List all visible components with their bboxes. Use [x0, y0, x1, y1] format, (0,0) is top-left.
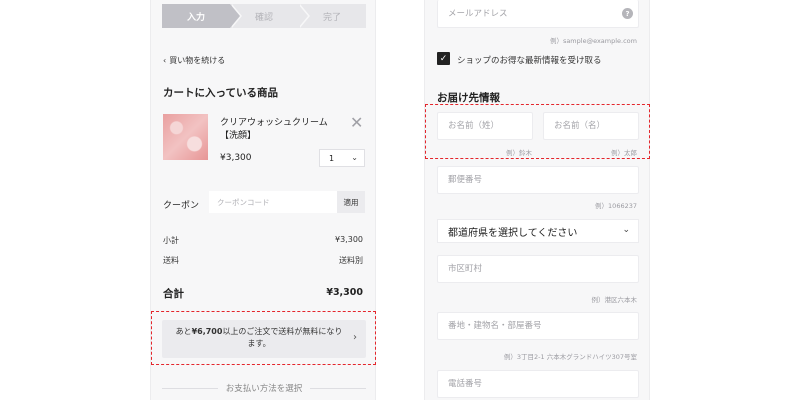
city-hint: 例）港区六本木 [591, 296, 638, 304]
address-field[interactable] [437, 312, 639, 340]
prefecture-select-label: 都道府県を選択してください [448, 227, 578, 239]
question-icon[interactable]: ? [622, 8, 633, 19]
total-label: 合計 [163, 288, 184, 300]
payment-heading: お支払い方法を選択 [162, 382, 367, 394]
shipping-info-heading: お届け先情報 [437, 92, 500, 104]
checkout-stepper: 入力 確認 完了 [162, 4, 366, 28]
divider [162, 387, 218, 389]
step-confirm-label: 確認 [254, 12, 273, 23]
continue-shopping-label: 買い物を続ける [169, 56, 226, 65]
product-name: クリアウォッシュクリーム【洗顔】 [220, 118, 328, 141]
city-field[interactable] [437, 255, 639, 283]
product-price: ¥3,300 [220, 153, 252, 163]
postal-code-hint: 例）1066237 [595, 202, 637, 210]
close-icon[interactable]: ✕ [350, 115, 363, 131]
quantity-value: 1 [329, 153, 335, 163]
newsletter-checkbox[interactable]: ✓ [437, 52, 450, 65]
total-value: ¥3,300 [326, 287, 363, 298]
divider [310, 387, 367, 389]
email-field[interactable] [437, 0, 639, 28]
step-input-label: 入力 [186, 12, 205, 23]
payment-heading-label: お支払い方法を選択 [225, 384, 303, 394]
step-input: 入力 [162, 4, 242, 28]
name-fields-highlight [425, 104, 650, 159]
phone-field[interactable] [437, 370, 639, 398]
prefecture-select[interactable]: 都道府県を選択してください ⌄ [437, 219, 639, 243]
free-shipping-highlight [151, 311, 376, 365]
postal-code-field[interactable] [437, 166, 639, 194]
coupon-apply-button[interactable]: 適用 [337, 191, 365, 213]
continue-shopping-link[interactable]: ‹ 買い物を続ける [163, 55, 225, 66]
coupon-input[interactable] [209, 191, 337, 213]
quantity-select[interactable]: 1 ⌄ [319, 149, 365, 167]
check-icon: ✓ [439, 53, 448, 64]
subtotal-label: 小計 [163, 236, 179, 245]
shipping-label: 送料 [163, 256, 179, 265]
address-hint: 例）3丁目2-1 六本木グランドハイツ307号室 [503, 353, 637, 361]
chevron-down-icon: ⌄ [622, 225, 630, 235]
cart-heading: カートに入っている商品 [163, 87, 278, 99]
product-image [163, 114, 208, 160]
chevron-left-icon: ‹ [163, 56, 167, 65]
subtotal-value: ¥3,300 [335, 235, 363, 244]
shipping-value: 送料別 [339, 256, 363, 265]
form-panel: ? 例）sample@example.com ✓ ショップのお得な最新情報を受け… [424, 0, 650, 400]
step-complete-label: 完了 [322, 12, 341, 23]
coupon-label: クーポン [163, 201, 200, 211]
chevron-down-icon: ⌄ [351, 153, 358, 162]
email-hint: 例）sample@example.com [549, 37, 637, 45]
newsletter-label: ショップのお得な最新情報を受け取る [457, 56, 602, 66]
